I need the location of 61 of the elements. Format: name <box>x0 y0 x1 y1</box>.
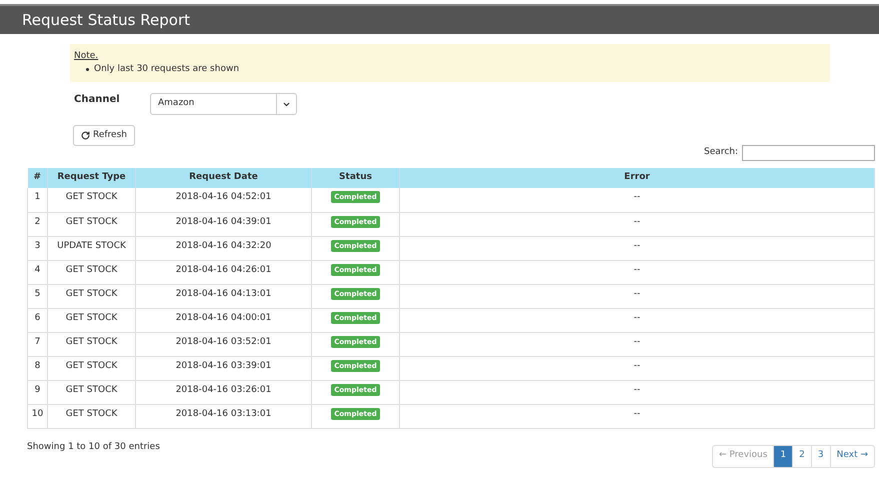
table-cell: -- <box>400 356 874 380</box>
refresh-button[interactable]: Refresh <box>73 125 135 146</box>
table-cell: 9 <box>28 380 48 404</box>
pagination-button[interactable]: 1 <box>773 444 794 468</box>
table-cell: GET STOCK <box>48 188 136 212</box>
column-header: Request Type <box>48 168 136 188</box>
table-cell: 2018-04-16 04:52:01 <box>136 188 312 212</box>
table-cell: 2018-04-16 04:26:01 <box>136 260 312 284</box>
pagination-button[interactable]: Next → <box>830 444 875 468</box>
column-header: # <box>28 168 48 188</box>
column-header: Status <box>312 168 400 188</box>
table-cell: 2 <box>28 212 48 236</box>
table-cell: 2018-04-16 04:13:01 <box>136 284 312 308</box>
table-cell: -- <box>400 284 874 308</box>
page-title: Request Status Report <box>22 10 190 31</box>
table-cell: 2018-04-16 03:13:01 <box>136 404 312 428</box>
table-cell: 5 <box>28 284 48 308</box>
table-cell: -- <box>400 380 874 404</box>
table-cell: -- <box>400 404 874 428</box>
table-cell: 2018-04-16 04:39:01 <box>136 212 312 236</box>
table-cell: 2018-04-16 03:39:01 <box>136 356 312 380</box>
note-title: Note. <box>74 50 98 62</box>
table-cell: -- <box>400 332 874 356</box>
channel-label: Channel <box>74 93 121 107</box>
table-cell: GET STOCK <box>48 404 136 428</box>
table-cell: -- <box>400 260 874 284</box>
table-cell: 8 <box>28 356 48 380</box>
table-cell: 7 <box>28 332 48 356</box>
table-cell: 10 <box>28 404 48 428</box>
table-cell: -- <box>400 212 874 236</box>
table-cell: GET STOCK <box>48 380 136 404</box>
table-cell: -- <box>400 236 874 260</box>
table-cell: 2018-04-16 03:52:01 <box>136 332 312 356</box>
table-cell: GET STOCK <box>48 332 136 356</box>
search-field[interactable] <box>742 145 875 161</box>
column-header: Request Date <box>136 168 312 188</box>
bullet-icon <box>86 68 89 70</box>
table-cell: 3 <box>28 236 48 260</box>
table-cell: 2018-04-16 04:00:01 <box>136 308 312 332</box>
table-cell: GET STOCK <box>48 308 136 332</box>
table-cell: GET STOCK <box>48 260 136 284</box>
table-cell: GET STOCK <box>48 356 136 380</box>
table-cell: 1 <box>28 188 48 212</box>
column-header: Error <box>400 168 874 188</box>
note-item: Only last 30 requests are shown <box>94 63 240 76</box>
table-info: Showing 1 to 10 of 30 entries <box>27 440 160 454</box>
table-cell: GET STOCK <box>48 212 136 236</box>
table-cell: 6 <box>28 308 48 332</box>
table-cell: -- <box>400 188 874 212</box>
table-cell: -- <box>400 308 874 332</box>
search-label: Search: <box>704 146 738 160</box>
pagination-button[interactable]: 3 <box>810 444 831 468</box>
table-cell: GET STOCK <box>48 284 136 308</box>
pagination-button[interactable]: 2 <box>792 444 812 468</box>
channel-select[interactable]: Amazon <box>150 93 277 115</box>
table-cell: 2018-04-16 03:26:01 <box>136 380 312 404</box>
table-cell: 4 <box>28 260 48 284</box>
dropdown-button[interactable] <box>277 93 297 115</box>
refresh-icon <box>81 131 90 140</box>
table-cell: 2018-04-16 04:32:20 <box>136 236 312 260</box>
table-cell: UPDATE STOCK <box>48 236 136 260</box>
